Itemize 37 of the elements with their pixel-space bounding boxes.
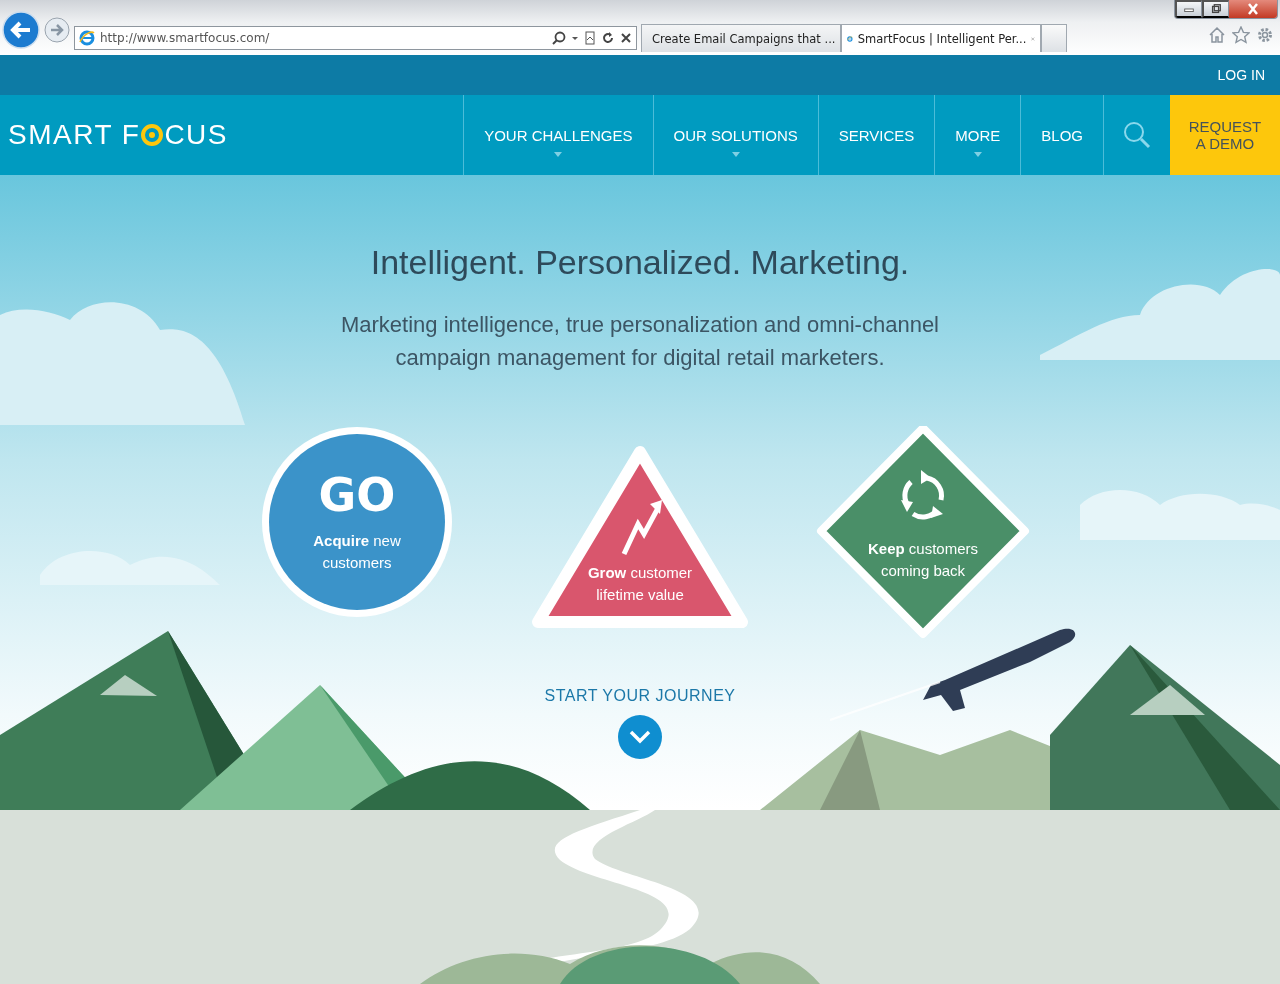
tab-title: SmartFocus | Intelligent Per... [857,31,1027,46]
close-button[interactable] [1229,0,1277,18]
sign-caption: Grow customer lifetime value [586,563,694,605]
browser-tab[interactable]: Create Email Campaigns that ... [641,24,841,52]
search-icon[interactable] [552,31,566,45]
hero-heading: Intelligent. Personalized. Marketing. [370,243,910,282]
request-demo-button[interactable]: REQUEST A DEMO [1170,95,1280,175]
logo-text: SMART F [8,119,141,151]
compatibility-icon[interactable] [584,31,596,45]
forward-button[interactable] [44,17,70,46]
logo-text: CUS [164,119,228,151]
home-icon[interactable] [1208,26,1226,44]
scroll-down-button[interactable] [618,715,662,759]
close-icon [1246,2,1260,16]
browser-logo-icon [79,30,95,46]
address-bar[interactable]: http://www.smartfocus.com/ [74,26,637,50]
search-icon [1122,120,1152,150]
minimize-button[interactable] [1175,0,1202,18]
login-link[interactable]: LOG IN [1217,67,1265,83]
tab-title: Create Email Campaigns that ... [652,31,836,46]
restore-button[interactable] [1202,0,1229,18]
sign-caption: Acquire new customers [312,531,402,573]
airplane-icon [923,628,1076,711]
settings-icon[interactable] [1256,26,1274,44]
hero-subtitle: Marketing intelligence, true personalization and omni-channel campaign management for digital retail marketers. [340,311,940,372]
restore-icon [1210,2,1222,16]
star-icon[interactable] [1232,26,1250,44]
refresh-icon[interactable] [601,31,615,45]
sign-caption: Keep customers coming back [866,539,979,581]
target-ring-icon [140,123,165,147]
chevron-down-icon [629,730,651,744]
back-button[interactable] [2,11,40,52]
browser-tab[interactable]: SmartFocus | Intelligent Per... [841,24,1041,52]
start-journey-link[interactable]: START YOUR JOURNEY [544,687,736,705]
sign-headline: GO [318,468,396,522]
close-icon[interactable] [620,32,632,44]
new-tab-button[interactable] [1041,24,1067,52]
